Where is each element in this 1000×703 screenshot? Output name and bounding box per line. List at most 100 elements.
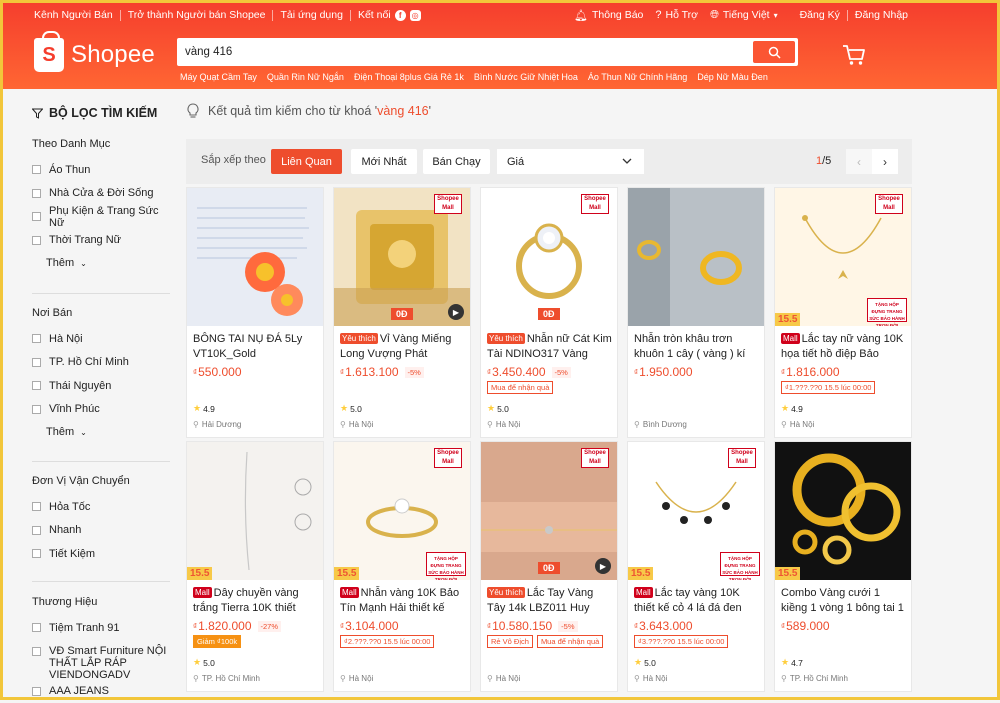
suggestion-link[interactable]: Dép Nữ Màu Đen <box>697 72 768 82</box>
filter-option[interactable]: Hà Nội <box>32 327 172 351</box>
discount-badge: -27% <box>258 621 282 632</box>
price-sort-select[interactable]: Giá <box>497 149 644 174</box>
suggestion-link[interactable]: Máy Quạt Cầm Tay <box>180 72 257 82</box>
checkbox[interactable] <box>32 381 41 390</box>
product-card[interactable]: 15.5 Combo Vàng cưới 1 kiềng 1 vòng 1 bôn… <box>774 441 912 692</box>
suggestion-link[interactable]: Áo Thun Nữ Chính Hãng <box>588 72 687 82</box>
product-card[interactable]: 0Đ▶Shopee Mall Yêu thíchLắc Tay Vàng Tây … <box>480 441 618 692</box>
product-name[interactable]: Nhẫn tròn khâu trơn khuôn 1 cây ( vàng )… <box>634 332 759 362</box>
facebook-icon[interactable]: f <box>395 10 406 21</box>
search-input[interactable] <box>185 38 745 66</box>
sort-relevance-button[interactable]: Liên Quan <box>271 149 342 174</box>
product-rating: ★5.0 <box>487 403 509 414</box>
header: Kênh Người Bán Trở thành Người bán Shope… <box>0 0 1000 89</box>
checkbox[interactable] <box>32 334 41 343</box>
checkbox[interactable] <box>32 647 41 656</box>
filter-title: BỘ LỌC TÌM KIẾM <box>32 106 157 120</box>
prev-page-button[interactable]: ‹ <box>846 149 872 174</box>
product-name[interactable]: Yêu thíchNhẫn nữ Cát Kim Tài NDINO317 Và… <box>487 332 612 362</box>
notification-link[interactable]: 🔔︎Thông Báo <box>574 9 643 22</box>
suggestion-link[interactable]: Quần Rin Nữ Ngắn <box>267 72 344 82</box>
checkbox[interactable] <box>32 526 41 535</box>
product-card[interactable]: 15.5Shopee MallTẶNG HỘP ĐỰNG TRANG SỨC B… <box>627 441 765 692</box>
search-button[interactable] <box>753 41 795 63</box>
product-name[interactable]: BÔNG TAI NỤ ĐÁ 5Ly VT10K_Gold <box>193 332 318 362</box>
product-name[interactable]: MallDây chuyền vàng trắng Tierra 10K thi… <box>193 586 318 616</box>
product-rating: ★4.9 <box>193 403 215 414</box>
product-image[interactable] <box>187 188 323 326</box>
product-name[interactable]: MallLắc tay nữ vàng 10K họa tiết hồ điệp… <box>781 332 906 362</box>
discount-badge: -5% <box>405 367 424 378</box>
product-card[interactable]: Nhẫn tròn khâu trơn khuôn 1 cây ( vàng )… <box>627 187 765 438</box>
filter-option[interactable]: Phụ Kiện & Trang Sức Nữ <box>32 205 172 229</box>
product-image[interactable]: 0Đ▶Shopee Mall <box>481 442 617 580</box>
product-price: ₫589.000 <box>781 619 830 633</box>
checkbox[interactable] <box>32 623 41 632</box>
filter-option[interactable]: VĐ Smart Furniture NỘI THẤT LẮP RÁP VIEN… <box>32 640 172 680</box>
filter-option[interactable]: Áo Thun <box>32 158 172 182</box>
filter-option[interactable]: TP. Hồ Chí Minh <box>32 351 172 375</box>
product-name[interactable]: MallLắc tay vàng 10K thiết kế cỏ 4 lá đá… <box>634 586 759 616</box>
register-link[interactable]: Đăng Ký <box>800 9 840 21</box>
product-card[interactable]: 15.5 MallDây chuyền vàng trắng Tierra 10K… <box>186 441 324 692</box>
checkbox[interactable] <box>32 165 41 174</box>
become-seller-link[interactable]: Trở thành Người bán Shopee <box>128 9 266 21</box>
product-name[interactable]: Combo Vàng cưới 1 kiềng 1 vòng 1 bông ta… <box>781 586 906 616</box>
product-image[interactable]: 15.5 <box>187 442 323 580</box>
product-name[interactable]: MallNhẫn vàng 10K Bảo Tín Mạnh Hải thiết… <box>340 586 465 616</box>
checkbox[interactable] <box>32 405 41 414</box>
filter-option[interactable]: AAA JEANS <box>32 680 172 703</box>
checkbox[interactable] <box>32 236 41 245</box>
play-video-icon[interactable]: ▶ <box>595 558 611 574</box>
checkbox[interactable] <box>32 687 41 696</box>
filter-option[interactable]: Thời Trang Nữ <box>32 229 172 253</box>
show-more-button[interactable]: Thêm⌄ <box>46 252 172 274</box>
promo-badge: Mua để nhận quà <box>487 381 553 394</box>
product-image[interactable]: 15.5Shopee MallTẶNG HỘP ĐỰNG TRANG SỨC B… <box>775 188 911 326</box>
instagram-icon[interactable]: ◎ <box>410 10 421 21</box>
product-name[interactable]: Yêu thíchVỉ Vàng Miếng Long Vượng Phát L… <box>340 332 465 362</box>
suggestion-link[interactable]: Bình Nước Giữ Nhiệt Hoa <box>474 72 578 82</box>
sort-newest-button[interactable]: Mới Nhất <box>351 149 417 174</box>
promo-ribbon: TẶNG HỘP ĐỰNG TRANG SỨC BẢO HÀNH TRỌN ĐỜ… <box>867 298 907 322</box>
sort-bestseller-button[interactable]: Bán Chạy <box>423 149 490 174</box>
filter-option[interactable]: Vĩnh Phúc <box>32 398 172 422</box>
download-app-link[interactable]: Tải ứng dụng <box>280 9 343 21</box>
product-card[interactable]: 15.5Shopee MallTẶNG HỘP ĐỰNG TRANG SỨC B… <box>333 441 471 692</box>
language-selector[interactable]: 🌐︎Tiếng Việt▾ <box>710 9 778 22</box>
checkbox[interactable] <box>32 212 41 221</box>
product-image[interactable]: 0Đ▶Shopee Mall <box>334 188 470 326</box>
show-more-button[interactable]: Thêm⌄ <box>46 421 172 443</box>
product-card[interactable]: 15.5Shopee MallTẶNG HỘP ĐỰNG TRANG SỨC B… <box>774 187 912 438</box>
filter-option[interactable]: Thái Nguyên <box>32 374 172 398</box>
shopee-mall-badge: Shopee Mall <box>581 194 609 214</box>
play-video-icon[interactable]: ▶ <box>448 304 464 320</box>
promo-badge: ₫2.???.??0 15.5 lúc 00:00 <box>340 635 434 648</box>
filter-option[interactable]: Tiết Kiệm <box>32 542 172 566</box>
checkbox[interactable] <box>32 502 41 511</box>
product-image[interactable]: 15.5 <box>775 442 911 580</box>
checkbox[interactable] <box>32 358 41 367</box>
filter-option[interactable]: Nhanh <box>32 519 172 543</box>
product-image[interactable]: 15.5Shopee MallTẶNG HỘP ĐỰNG TRANG SỨC B… <box>628 442 764 580</box>
filter-option[interactable]: Nhà Cửa & Đời Sống <box>32 182 172 206</box>
product-card[interactable]: 0Đ▶Shopee Mall Yêu thíchVỉ Vàng Miếng Lon… <box>333 187 471 438</box>
product-image[interactable]: 15.5Shopee MallTẶNG HỘP ĐỰNG TRANG SỨC B… <box>334 442 470 580</box>
suggestion-link[interactable]: Điện Thoại 8plus Giá Rẻ 1k <box>354 72 464 82</box>
product-image[interactable]: 0ĐShopee Mall <box>481 188 617 326</box>
filter-option[interactable]: Hỏa Tốc <box>32 495 172 519</box>
product-name[interactable]: Yêu thíchLắc Tay Vàng Tây 14k LBZ011 Huy… <box>487 586 612 616</box>
shopee-logo[interactable]: S Shopee <box>34 38 155 72</box>
login-link[interactable]: Đăng Nhập <box>855 9 908 21</box>
cart-button[interactable] <box>842 44 866 69</box>
checkbox[interactable] <box>32 549 41 558</box>
next-page-button[interactable]: › <box>872 149 898 174</box>
checkbox[interactable] <box>32 189 41 198</box>
help-link[interactable]: ?Hỗ Trợ <box>655 9 698 21</box>
promo-ribbon: TẶNG HỘP ĐỰNG TRANG SỨC BẢO HÀNH TRỌN ĐỜ… <box>720 552 760 576</box>
seller-channel-link[interactable]: Kênh Người Bán <box>34 9 113 21</box>
filter-option[interactable]: Tiệm Tranh 91 <box>32 616 172 640</box>
product-image[interactable] <box>628 188 764 326</box>
product-card[interactable]: 0ĐShopee Mall Yêu thíchNhẫn nữ Cát Kim Tà… <box>480 187 618 438</box>
product-card[interactable]: BÔNG TAI NỤ ĐÁ 5Ly VT10K_Gold₫550.000★4.… <box>186 187 324 438</box>
